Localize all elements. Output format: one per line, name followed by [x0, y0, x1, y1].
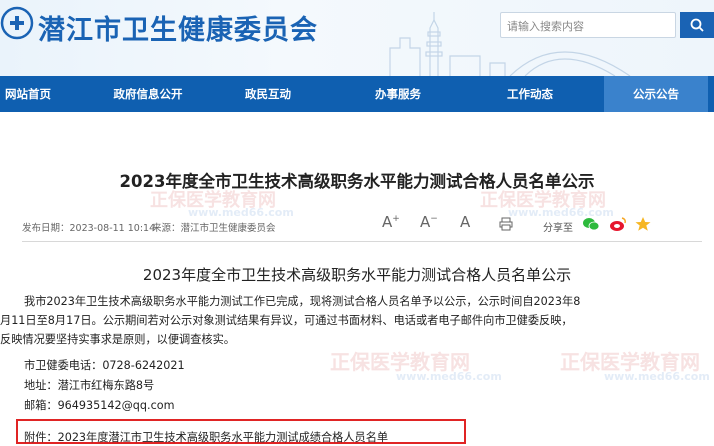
font-size-large-label: A	[382, 213, 393, 231]
attachment-label: 附件：	[24, 431, 58, 444]
font-size-medium-label: A	[420, 213, 431, 231]
nav-item-gov-info[interactable]: 政府信息公开	[104, 76, 192, 112]
body-paragraph-line: 我市2023年卫生技术高级职务水平能力测试工作已完成，现将测试合格人员名单予以公…	[24, 295, 581, 308]
attachment-link[interactable]: 2023年度潜江市卫生技术高级职务水平能力测试成绩合格人员名单	[58, 431, 389, 444]
search-box	[500, 12, 676, 38]
contact-address: 地址：潜江市红梅东路8号	[24, 379, 155, 392]
nav-item-news[interactable]: 工作动态	[498, 76, 562, 112]
search-input[interactable]	[507, 17, 657, 35]
site-title[interactable]: 潜江市卫生健康委员会	[38, 8, 318, 47]
font-size-medium-button[interactable]: A−	[420, 213, 438, 231]
article-title: 2023年度全市卫生技术高级职务水平能力测试合格人员名单公示	[119, 172, 595, 191]
watermark-url: www.med66.com	[604, 370, 710, 383]
watermark-url: www.med66.com	[396, 370, 502, 383]
font-size-default-button[interactable]: A	[460, 213, 470, 231]
watermark-brand: 正保医学教育网	[560, 350, 700, 374]
body-paragraph-line: 月11日至8月17日。公示期间若对公示对象测试结果有异议，可通过书面材料、电话或…	[0, 314, 573, 327]
nav-item-home[interactable]: 网站首页	[0, 76, 56, 112]
font-size-default-label: A	[460, 213, 471, 231]
watermark-url: www.med66.com	[188, 206, 294, 219]
font-size-large-button[interactable]: A+	[382, 213, 400, 231]
article-divider	[22, 241, 702, 242]
favorite-star-icon[interactable]	[634, 216, 652, 232]
search-button[interactable]	[680, 12, 714, 38]
search-icon	[690, 18, 704, 32]
nav-item-services[interactable]: 办事服务	[366, 76, 430, 112]
contact-phone: 市卫健委电话：0728-6242021	[24, 359, 185, 372]
nav-item-notices[interactable]: 公示公告	[604, 76, 708, 112]
nav-item-interaction[interactable]: 政民互动	[236, 76, 300, 112]
publish-date: 发布日期：2023-08-11 10:14	[22, 223, 156, 234]
contact-email: 邮箱：964935142@qq.com	[24, 399, 175, 412]
main-nav: 网站首页 政府信息公开 政民互动 办事服务 工作动态 公示公告	[0, 76, 714, 112]
body-paragraph-line: 反映情况要坚持实事求是原则，以便调查核实。	[0, 333, 235, 346]
attachment: 附件：2023年度潜江市卫生技术高级职务水平能力测试成绩合格人员名单	[24, 429, 388, 445]
article-source: 来源：潜江市卫生健康委员会	[152, 223, 276, 234]
print-icon[interactable]	[499, 217, 513, 231]
site-logo-icon[interactable]	[0, 6, 34, 40]
watermark-brand: 正保医学教育网	[330, 350, 470, 374]
wechat-share-icon[interactable]	[582, 216, 600, 232]
site-header: 潜江市卫生健康委员会	[0, 0, 714, 76]
share-label: 分享至	[543, 223, 573, 234]
weibo-share-icon[interactable]	[609, 216, 627, 232]
article-subtitle: 2023年度全市卫生技术高级职务水平能力测试合格人员名单公示	[142, 266, 572, 284]
